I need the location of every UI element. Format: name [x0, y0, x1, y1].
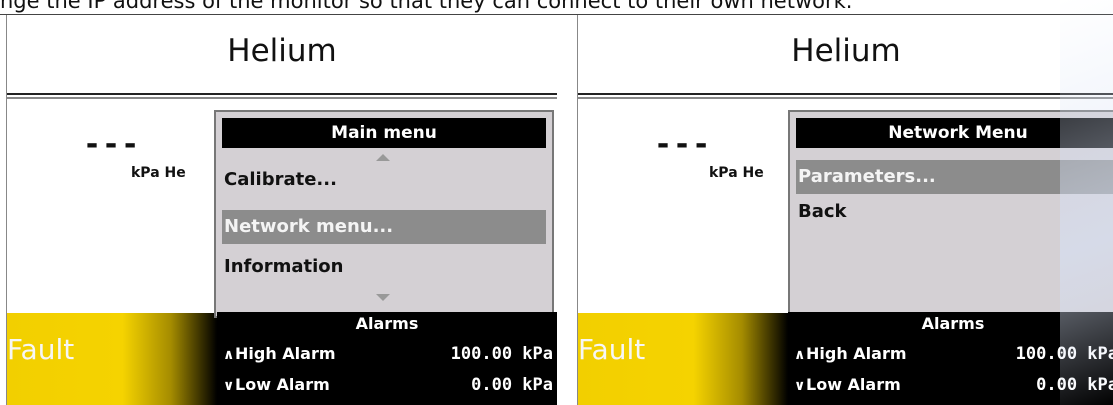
screen-main-menu: Helium --- kPa He Fault Main menu Calibr… [6, 15, 557, 405]
chevron-down-icon: ∨ [223, 378, 235, 394]
low-alarm-value: 0.00 kPa [471, 375, 553, 395]
alarms-panel: Alarms ∧High Alarm 100.00 kPa ∨Low Alarm… [217, 312, 557, 405]
reading-value: --- [654, 127, 712, 162]
title-divider-shadow [7, 97, 557, 99]
gas-title: Helium [791, 33, 901, 69]
network-menu: Network Menu Parameters... Back [788, 110, 1113, 318]
gas-title: Helium [227, 33, 337, 69]
main-menu: Main menu Calibrate... Network menu... I… [214, 110, 554, 318]
reading-unit: kPa He [709, 165, 764, 181]
menu-item-back[interactable]: Back [796, 195, 1113, 229]
alarms-title: Alarms [921, 314, 985, 333]
high-alarm-value: 100.00 kPa [1015, 344, 1113, 364]
high-alarm-value: 100.00 kPa [450, 344, 553, 364]
reading-value: --- [83, 127, 141, 162]
low-alarm-row: ∨Low Alarm 0.00 kPa [223, 370, 553, 400]
alarms-panel: Alarms ∧High Alarm 100.00 kPa ∨Low Alarm… [788, 312, 1113, 405]
high-alarm-label: High Alarm [235, 344, 336, 363]
menu-item-calibrate[interactable]: Calibrate... [222, 163, 546, 197]
fault-status: Fault [578, 333, 646, 366]
title-divider-shadow [578, 97, 1113, 99]
reading-unit: kPa He [131, 165, 186, 181]
chevron-up-icon: ∧ [794, 347, 806, 363]
chevron-down-icon: ∨ [794, 378, 806, 394]
chevron-up-icon: ∧ [223, 347, 235, 363]
menu-item-network-menu[interactable]: Network menu... [222, 210, 546, 244]
screen-network-menu: Helium --- kPa He Fault Network Menu Par… [577, 15, 1113, 405]
alarms-title: Alarms [355, 314, 419, 333]
low-alarm-value: 0.00 kPa [1036, 375, 1113, 395]
low-alarm-row: ∨Low Alarm 0.00 kPa [794, 370, 1113, 400]
menu-item-information[interactable]: Information [222, 250, 546, 284]
menu-title: Network Menu [796, 118, 1113, 148]
high-alarm-label: High Alarm [806, 344, 907, 363]
title-divider [578, 93, 1113, 95]
high-alarm-row: ∧High Alarm 100.00 kPa [794, 339, 1113, 369]
title-divider [7, 93, 557, 95]
menu-item-parameters[interactable]: Parameters... [796, 160, 1113, 194]
menu-title: Main menu [222, 118, 546, 148]
scroll-up-icon[interactable] [376, 154, 390, 161]
low-alarm-label: Low Alarm [806, 375, 901, 394]
high-alarm-row: ∧High Alarm 100.00 kPa [223, 339, 553, 369]
scroll-down-icon[interactable] [376, 294, 390, 301]
fault-status: Fault [7, 333, 75, 366]
low-alarm-label: Low Alarm [235, 375, 330, 394]
